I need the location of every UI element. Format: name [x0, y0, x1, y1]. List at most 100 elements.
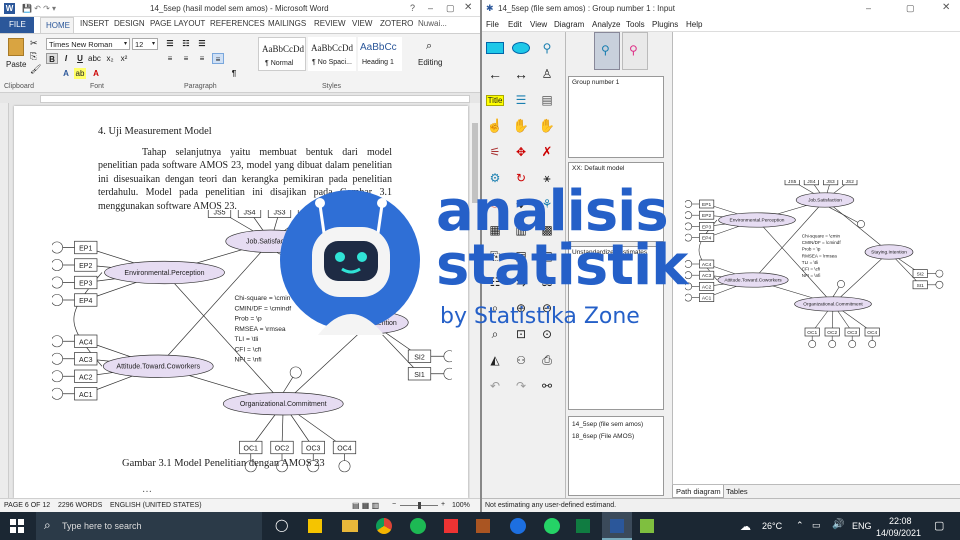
underline-button[interactable]: U — [74, 53, 86, 64]
output-view-button[interactable]: ⚲ — [622, 32, 648, 70]
redo-tool[interactable]: ↷ — [510, 376, 532, 396]
tray-chevron-icon[interactable]: ⌃ — [796, 520, 804, 531]
list-data-tool[interactable]: ▤ — [536, 90, 558, 110]
unique-variable-tool[interactable]: ♙ — [536, 64, 558, 84]
app-icon[interactable] — [476, 519, 490, 533]
menu-help[interactable]: Help — [686, 20, 702, 29]
draw-covariance-tool[interactable]: ↔ — [510, 64, 532, 84]
show-marks-button[interactable]: ¶ — [228, 68, 240, 79]
format-painter-icon[interactable]: 🖌 — [30, 64, 41, 75]
menu-file[interactable]: File — [486, 20, 499, 29]
align-center-button[interactable]: ≡ — [180, 53, 192, 64]
notifications-icon[interactable]: ▢ — [934, 519, 944, 532]
clock-time[interactable]: 22:08 — [889, 516, 912, 526]
editing-button[interactable]: Editing — [418, 58, 442, 67]
pdf-app-icon[interactable] — [444, 519, 458, 533]
input-view-button[interactable]: ⚲ — [594, 32, 620, 70]
group-item[interactable]: Group number 1 — [572, 79, 619, 86]
amos-minimize-icon[interactable]: – — [866, 3, 871, 13]
clock-date[interactable]: 14/09/2021 — [876, 528, 921, 538]
menu-analyze[interactable]: Analyze — [592, 20, 620, 29]
deselect-tool[interactable]: ✋ — [536, 116, 558, 136]
sticky-notes-icon[interactable] — [308, 519, 322, 533]
tab-references[interactable]: REFERENCES — [210, 19, 265, 28]
horizontal-ruler[interactable] — [40, 95, 470, 103]
menu-tools[interactable]: Tools — [626, 20, 645, 29]
draw-path-tool[interactable]: ← — [484, 64, 506, 84]
tab-zotero[interactable]: ZOTERO — [380, 19, 413, 28]
menu-edit[interactable]: Edit — [508, 20, 522, 29]
file-item[interactable]: 14_5sep (file sem amos) — [572, 419, 660, 431]
language-status[interactable]: ENGLISH (UNITED STATES) — [110, 502, 202, 509]
close-icon[interactable]: ✕ — [464, 2, 472, 13]
amos-restore-icon[interactable]: ▢ — [906, 3, 915, 14]
tab-review[interactable]: REVIEW — [314, 19, 346, 28]
undo-tool[interactable]: ↶ — [484, 376, 506, 396]
justify-button[interactable]: ≡ — [212, 53, 224, 64]
tab-view[interactable]: VIEW — [352, 19, 372, 28]
minimize-icon[interactable]: – — [428, 3, 433, 13]
zoom-in-icon[interactable]: + — [441, 501, 445, 508]
erase-object-tool[interactable]: ✗ — [536, 142, 558, 162]
browser-icon[interactable] — [510, 518, 526, 534]
network-icon[interactable]: ▭ — [812, 520, 821, 531]
user-name[interactable]: Nuwai... — [418, 19, 447, 28]
bullets-button[interactable]: ☰ — [164, 38, 176, 49]
excel-icon[interactable] — [576, 519, 590, 533]
multilevel-button[interactable]: ☰ — [196, 38, 208, 49]
menu-plugins[interactable]: Plugins — [652, 20, 678, 29]
weather-icon[interactable]: ☁ — [740, 520, 751, 533]
list-variables-tool[interactable]: ☰ — [510, 90, 532, 110]
style-heading-1[interactable]: AaBbCc Heading 1 — [358, 37, 402, 71]
zoom-slider[interactable] — [400, 502, 438, 509]
word-count[interactable]: 2296 WORDS — [58, 502, 102, 509]
title-tool[interactable]: Title — [484, 90, 506, 110]
zoom-level[interactable]: 100% — [452, 502, 470, 509]
strikethrough-button[interactable]: abc — [88, 53, 101, 64]
superscript-button[interactable]: x² — [118, 53, 130, 64]
binoculars-icon[interactable]: ⌕ — [426, 40, 432, 53]
temperature[interactable]: 26°C — [762, 521, 782, 531]
italic-button[interactable]: I — [60, 53, 72, 64]
move-object-tool[interactable]: ✥ — [510, 142, 532, 162]
numbering-button[interactable]: ☷ — [180, 38, 192, 49]
quick-access-icons[interactable]: 💾 ↶ ↷ ▾ — [22, 4, 56, 13]
paste-icon[interactable] — [8, 38, 24, 56]
tab-home[interactable]: HOME — [40, 17, 74, 33]
font-name-select[interactable]: Times New Roman ▾ — [46, 38, 130, 50]
view-icons[interactable]: ▤ ▦ ▥ — [352, 501, 379, 510]
volume-icon[interactable]: 🔊 — [832, 519, 844, 530]
file-explorer-icon[interactable] — [342, 520, 358, 532]
files-panel[interactable]: 14_5sep (file sem amos) 18_6sep (File AM… — [568, 416, 664, 496]
menu-diagram[interactable]: Diagram — [554, 20, 584, 29]
input-language[interactable]: ENG — [852, 521, 872, 531]
paste-label[interactable]: Paste — [6, 60, 26, 69]
highlight-button[interactable]: ab — [74, 68, 86, 79]
draw-observed-tool[interactable] — [484, 38, 506, 58]
file-item[interactable]: 18_6sep (File AMOS) — [572, 431, 660, 443]
select-all-tool[interactable]: ✋ — [510, 116, 532, 136]
menu-view[interactable]: View — [530, 20, 547, 29]
cut-icon[interactable]: ✂ — [30, 38, 38, 49]
chrome-icon[interactable] — [376, 518, 392, 534]
groups-panel[interactable]: Group number 1 — [568, 76, 664, 158]
word-taskbar-button[interactable] — [602, 512, 632, 540]
align-right-button[interactable]: ≡ — [196, 53, 208, 64]
path-diagram-canvas[interactable]: Environmental.Perception Attitude.Toward.… — [672, 32, 960, 484]
spotify-icon[interactable] — [410, 518, 426, 534]
subscript-button[interactable]: x₂ — [104, 53, 116, 64]
multiple-group-tool[interactable]: ⚇ — [510, 350, 532, 370]
font-color-button[interactable]: A — [90, 68, 102, 79]
tab-path-diagram[interactable]: Path diagram — [672, 485, 724, 498]
vertical-ruler[interactable] — [0, 103, 9, 498]
restore-icon[interactable]: ▢ — [446, 3, 455, 14]
style-no-spacing[interactable]: AaBbCcDd ¶ No Spaci... — [308, 37, 356, 71]
whatsapp-icon[interactable] — [544, 518, 560, 534]
copy-icon[interactable]: ⎘ — [30, 51, 37, 62]
windows-start-icon[interactable] — [10, 519, 24, 533]
zoom-out-icon[interactable]: − — [392, 501, 396, 508]
print-tool[interactable]: ⎙ — [536, 350, 558, 370]
help-icon[interactable]: ? — [410, 3, 415, 13]
style-normal[interactable]: AaBbCcDd ¶ Normal — [258, 37, 306, 71]
bayesian-tool[interactable]: ◭ — [484, 350, 506, 370]
